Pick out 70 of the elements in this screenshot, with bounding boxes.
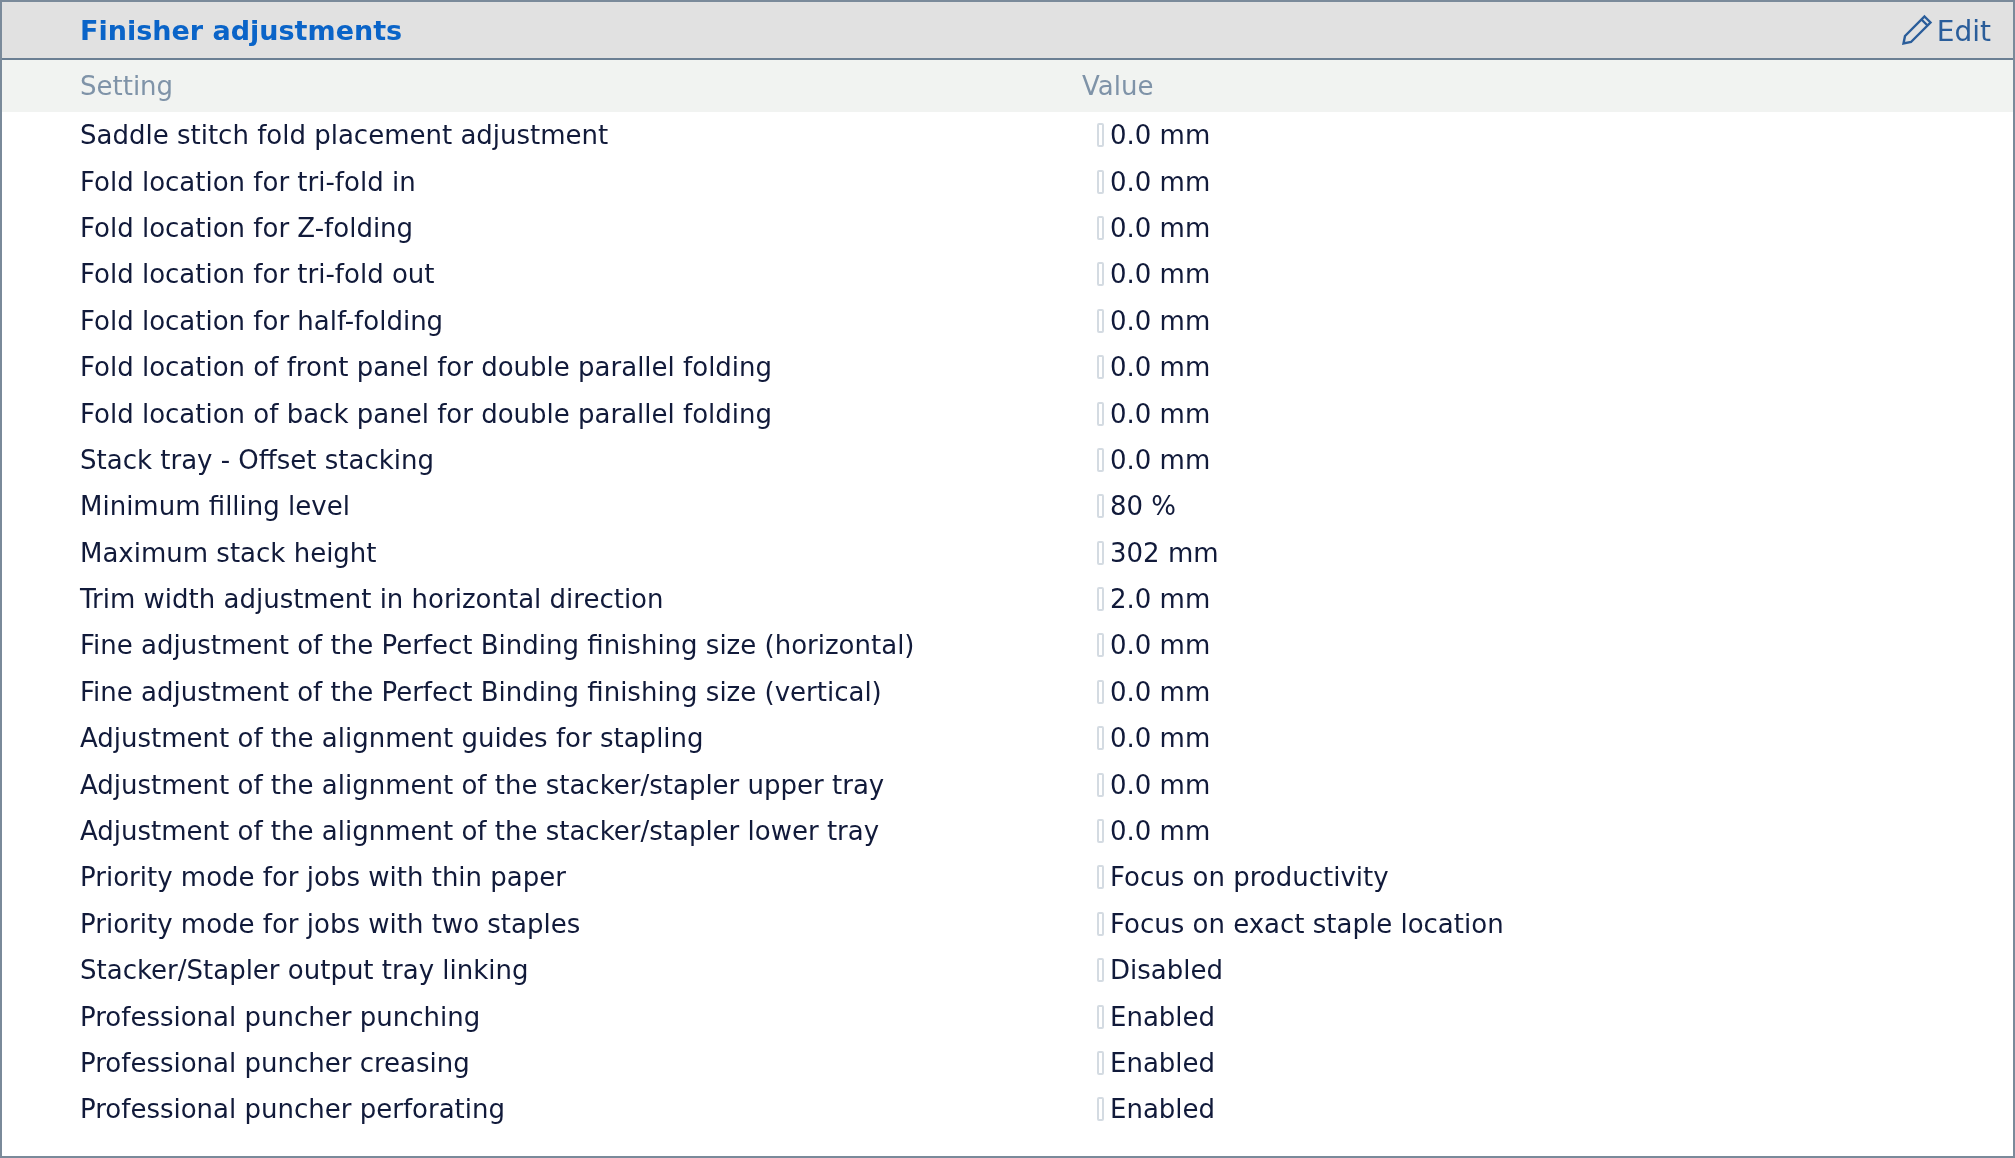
setting-value: 0.0 mm (1110, 120, 1211, 151)
value-marker-icon (1097, 772, 1104, 797)
value-marker-icon (1097, 123, 1104, 148)
setting-name: Priority mode for jobs with thin paper (80, 862, 567, 893)
setting-value: 0.0 mm (1110, 352, 1211, 383)
setting-name: Trim width adjustment in horizontal direction (80, 584, 665, 615)
value-marker-icon (1097, 1051, 1104, 1075)
setting-value: 0.0 mm (1110, 259, 1211, 290)
setting-name: Fold location of back panel for double parallel folding (80, 398, 773, 429)
setting-value: Disabled (1110, 955, 1223, 986)
setting-name: Fold location for half-folding (80, 305, 445, 336)
value-marker-icon (1097, 819, 1104, 844)
setting-value: Focus on productivity (1110, 862, 1389, 893)
setting-name: Fold location for tri-fold in (80, 166, 417, 197)
value-marker-icon (1097, 587, 1104, 612)
setting-value: Enabled (1110, 1094, 1216, 1125)
setting-value: 0.0 mm (1110, 212, 1211, 243)
setting-value: 0.0 mm (1110, 769, 1211, 800)
setting-value: 302 mm (1110, 537, 1219, 568)
setting-value: 0.0 mm (1110, 444, 1211, 475)
value-marker-icon (1097, 679, 1104, 704)
value-marker-icon (1097, 1004, 1104, 1029)
column-header: Setting (80, 71, 175, 101)
setting-name: Adjustment of the alignment of the stacker/stapler lower tray (80, 816, 881, 847)
value-marker-icon (1097, 633, 1104, 658)
value-marker-icon (1097, 494, 1104, 519)
setting-name: Adjustment of the alignment guides for stapling (80, 723, 705, 754)
value-marker-icon (1097, 540, 1104, 565)
setting-name: Fold location for Z-folding (80, 212, 415, 243)
setting-name: Fold location of front panel for double parallel folding (80, 352, 774, 383)
value-marker-icon (1097, 308, 1104, 333)
setting-value: Focus on exact staple location (1110, 908, 1504, 939)
setting-name: Professional puncher perforating (80, 1094, 506, 1125)
value-marker-icon (1097, 865, 1104, 890)
setting-name: Priority mode for jobs with two staples (80, 908, 582, 939)
edit-button[interactable]: Edit (1898, 12, 1991, 48)
value-marker-icon (1097, 1097, 1104, 1122)
setting-name: Stacker/Stapler output tray linking (80, 955, 530, 986)
setting-value: 0.0 mm (1110, 166, 1211, 197)
setting-name: Saddle stitch fold placement adjustment (80, 120, 610, 151)
setting-value: 80 % (1110, 491, 1177, 522)
setting-name: Adjustment of the alignment of the stacker/stapler upper tray (80, 769, 886, 800)
value-marker-icon (1097, 401, 1104, 426)
setting-name: Fold location for tri-fold out (80, 259, 436, 290)
setting-name: Professional puncher punching (80, 1001, 482, 1032)
setting-name: Stack tray - Offset stacking (80, 444, 435, 475)
value-marker-icon (1097, 215, 1104, 240)
value-marker-icon (1097, 169, 1104, 194)
setting-name: Minimum filling level (80, 491, 351, 522)
value-marker-icon (1097, 355, 1104, 380)
value-marker-icon (1097, 911, 1104, 936)
setting-value: 0.0 mm (1110, 630, 1211, 661)
panel-title: Finisher adjustments (80, 14, 403, 46)
setting-value: Enabled (1110, 1048, 1216, 1078)
column-header: Value (1082, 71, 1155, 101)
value-marker-icon (1097, 262, 1104, 287)
setting-value: Enabled (1110, 1001, 1216, 1032)
setting-value: 0.0 mm (1110, 398, 1211, 429)
setting-value: 0.0 mm (1110, 305, 1211, 336)
setting-name: Fine adjustment of the Perfect Binding finishing size (vertical) (80, 676, 883, 707)
setting-name: Professional puncher creasing (80, 1048, 471, 1078)
setting-name: Fine adjustment of the Perfect Binding finishing size (horizontal) (80, 630, 916, 661)
setting-value: 0.0 mm (1110, 676, 1211, 707)
setting-name: Maximum stack height (80, 537, 378, 568)
setting-value: 2.0 mm (1110, 584, 1211, 615)
value-marker-icon (1097, 447, 1104, 472)
value-marker-icon (1097, 958, 1104, 983)
value-marker-icon (1097, 726, 1104, 751)
setting-value: 0.0 mm (1110, 723, 1211, 754)
setting-value: 0.0 mm (1110, 816, 1211, 847)
